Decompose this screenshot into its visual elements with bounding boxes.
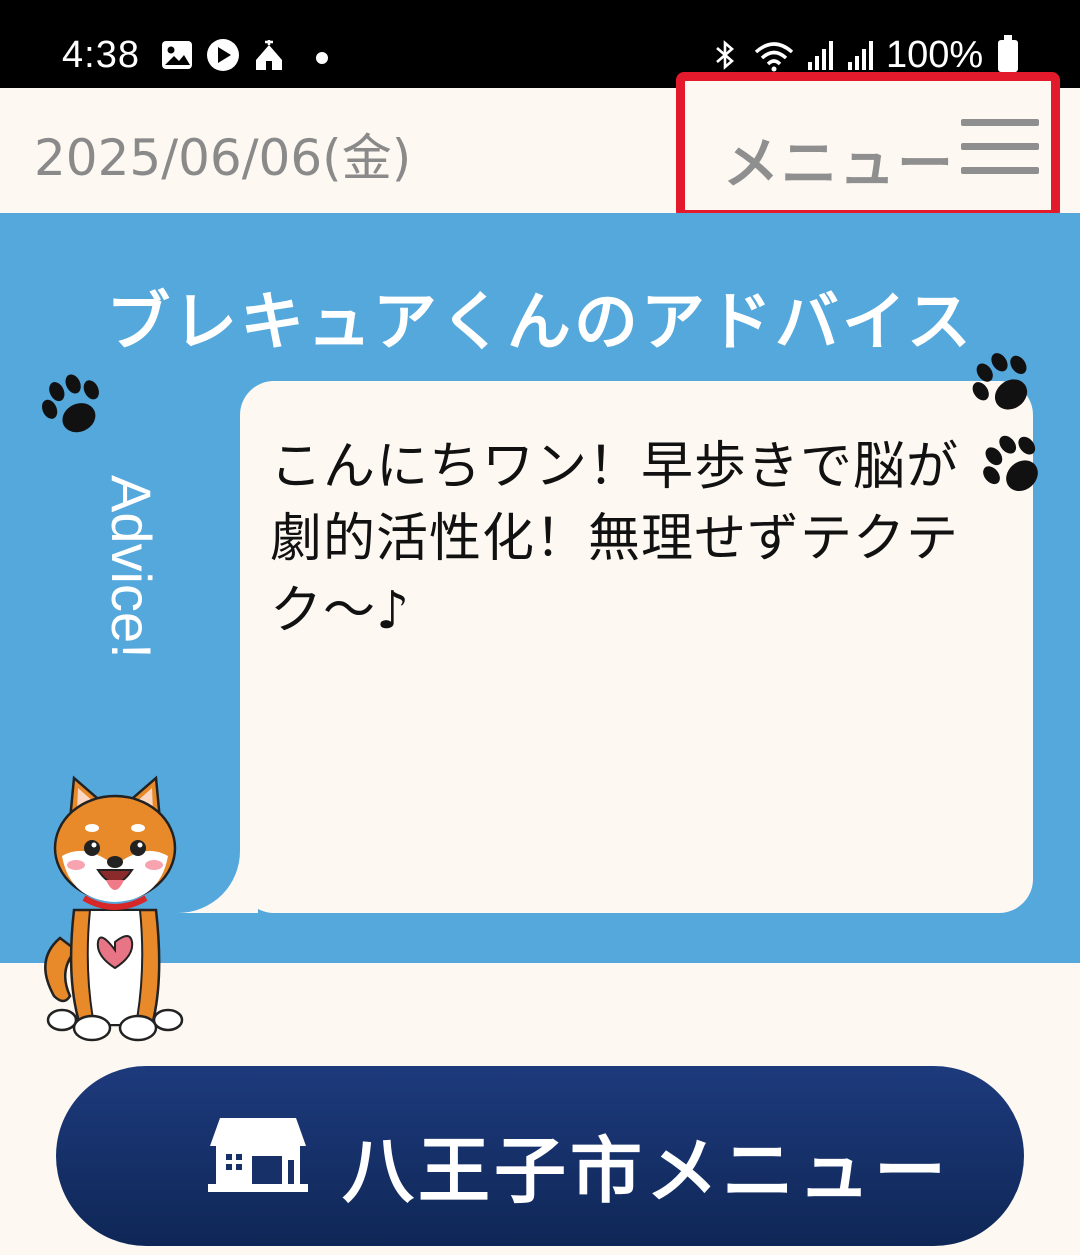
shiba-dog-mascot-icon [44,775,184,1042]
battery-icon [998,35,1018,72]
speech-bubble: こんにちワン！早歩きで脳が劇的活性化！無理せずテクテク～♪ [240,381,1033,913]
hamburger-icon [961,119,1039,177]
menu-label: メニュー [723,132,955,197]
wifi-icon [754,42,794,72]
city-hall-icon [208,1118,308,1192]
tent-icon [256,40,282,70]
bluetooth-icon [716,40,734,70]
battery-percentage: 100% [886,34,984,76]
advice-message: こんにちワン！早歩きで脳が劇的活性化！無理せずテクテク～♪ [270,437,960,641]
advice-side-label-wrap: Advice! [100,475,164,735]
paw-print-icon [41,374,99,433]
paw-print-icon [983,435,1038,492]
hachioji-city-menu-button[interactable]: 八王子市メニュー [56,1066,1024,1246]
play-store-icon [207,39,239,71]
notification-dot [316,52,328,64]
city-menu-label: 八王子市メニュー [342,1129,951,1213]
advice-side-label: Advice! [100,475,163,659]
menu-button[interactable]: メニュー [676,72,1060,219]
clock: 4:38 [62,34,140,76]
signal-icon [808,41,833,70]
current-date: 2025/06/06(金) [34,129,412,187]
gallery-icon [162,41,192,69]
signal-icon [848,41,873,70]
advice-title: ブレキュアくんのアドバイス [106,286,974,360]
paw-print-icon [972,353,1028,410]
